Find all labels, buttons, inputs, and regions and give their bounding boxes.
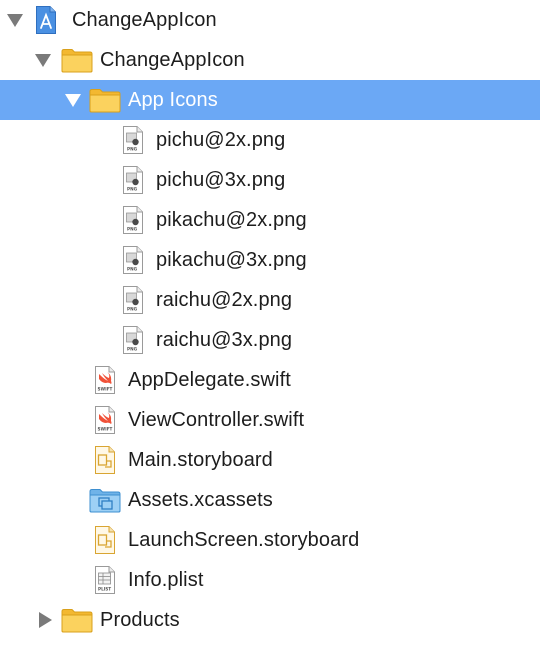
group-row[interactable]: ChangeAppIcon (0, 40, 540, 80)
file-label: pikachu@2x.png (156, 209, 307, 231)
file-label: Assets.xcassets (128, 489, 273, 511)
file-label: LaunchScreen.storyboard (128, 529, 360, 551)
products-group-row[interactable]: Products (0, 600, 540, 640)
png-file-icon: PNG (121, 280, 145, 320)
file-row-plist[interactable]: PLIST Info.plist (0, 560, 540, 600)
file-row-png[interactable]: PNG pichu@2x.png (0, 120, 540, 160)
png-file-icon: PNG (121, 160, 145, 200)
storyboard-file-icon (93, 520, 117, 560)
file-label: pichu@3x.png (156, 169, 286, 191)
file-label: ViewController.swift (128, 409, 305, 431)
file-label: Main.storyboard (128, 449, 273, 471)
file-row-assets[interactable]: Assets.xcassets (0, 480, 540, 520)
disclosure-expanded-icon[interactable] (64, 80, 82, 120)
file-row-png[interactable]: PNG raichu@2x.png (0, 280, 540, 320)
swift-file-icon: SWIFT (93, 400, 117, 440)
svg-text:PNG: PNG (127, 307, 138, 312)
file-row-png[interactable]: PNG pikachu@3x.png (0, 240, 540, 280)
svg-text:PLIST: PLIST (98, 587, 111, 592)
file-row-png[interactable]: PNG pikachu@2x.png (0, 200, 540, 240)
file-row-storyboard[interactable]: LaunchScreen.storyboard (0, 520, 540, 560)
file-row-png[interactable]: PNG pichu@3x.png (0, 160, 540, 200)
file-label: pichu@2x.png (156, 129, 286, 151)
svg-text:SWIFT: SWIFT (98, 387, 113, 392)
svg-text:PNG: PNG (127, 227, 138, 232)
project-navigator: ChangeAppIcon ChangeAppIcon App Icons PN… (0, 0, 540, 646)
file-label: Info.plist (128, 569, 204, 591)
svg-text:SWIFT: SWIFT (98, 427, 113, 432)
xcode-project-icon (34, 0, 58, 40)
products-group-label: Products (100, 609, 180, 631)
png-file-icon: PNG (121, 240, 145, 280)
storyboard-file-icon (93, 440, 117, 480)
project-label: ChangeAppIcon (72, 9, 217, 31)
file-label: AppDelegate.swift (128, 369, 291, 391)
folder-icon (89, 80, 121, 120)
png-file-icon: PNG (121, 120, 145, 160)
file-row-storyboard[interactable]: Main.storyboard (0, 440, 540, 480)
folder-icon (61, 40, 93, 80)
disclosure-expanded-icon[interactable] (6, 0, 24, 40)
file-label: raichu@3x.png (156, 329, 293, 351)
file-label: pikachu@3x.png (156, 249, 307, 271)
svg-text:PNG: PNG (127, 147, 138, 152)
png-file-icon: PNG (121, 320, 145, 360)
png-file-icon: PNG (121, 200, 145, 240)
app-icons-group-label: App Icons (128, 89, 218, 111)
swift-file-icon: SWIFT (93, 360, 117, 400)
file-row-swift[interactable]: SWIFT ViewController.swift (0, 400, 540, 440)
plist-file-icon: PLIST (93, 560, 117, 600)
svg-text:PNG: PNG (127, 187, 138, 192)
asset-catalog-icon (89, 480, 121, 520)
svg-text:PNG: PNG (127, 267, 138, 272)
disclosure-expanded-icon[interactable] (34, 40, 52, 80)
group-label: ChangeAppIcon (100, 49, 245, 71)
svg-text:PNG: PNG (127, 347, 138, 352)
folder-icon (61, 600, 93, 640)
file-row-png[interactable]: PNG raichu@3x.png (0, 320, 540, 360)
file-row-swift[interactable]: SWIFT AppDelegate.swift (0, 360, 540, 400)
app-icons-group-row[interactable]: App Icons (0, 80, 540, 120)
file-label: raichu@2x.png (156, 289, 293, 311)
project-row[interactable]: ChangeAppIcon (0, 0, 540, 40)
disclosure-collapsed-icon[interactable] (36, 600, 54, 640)
